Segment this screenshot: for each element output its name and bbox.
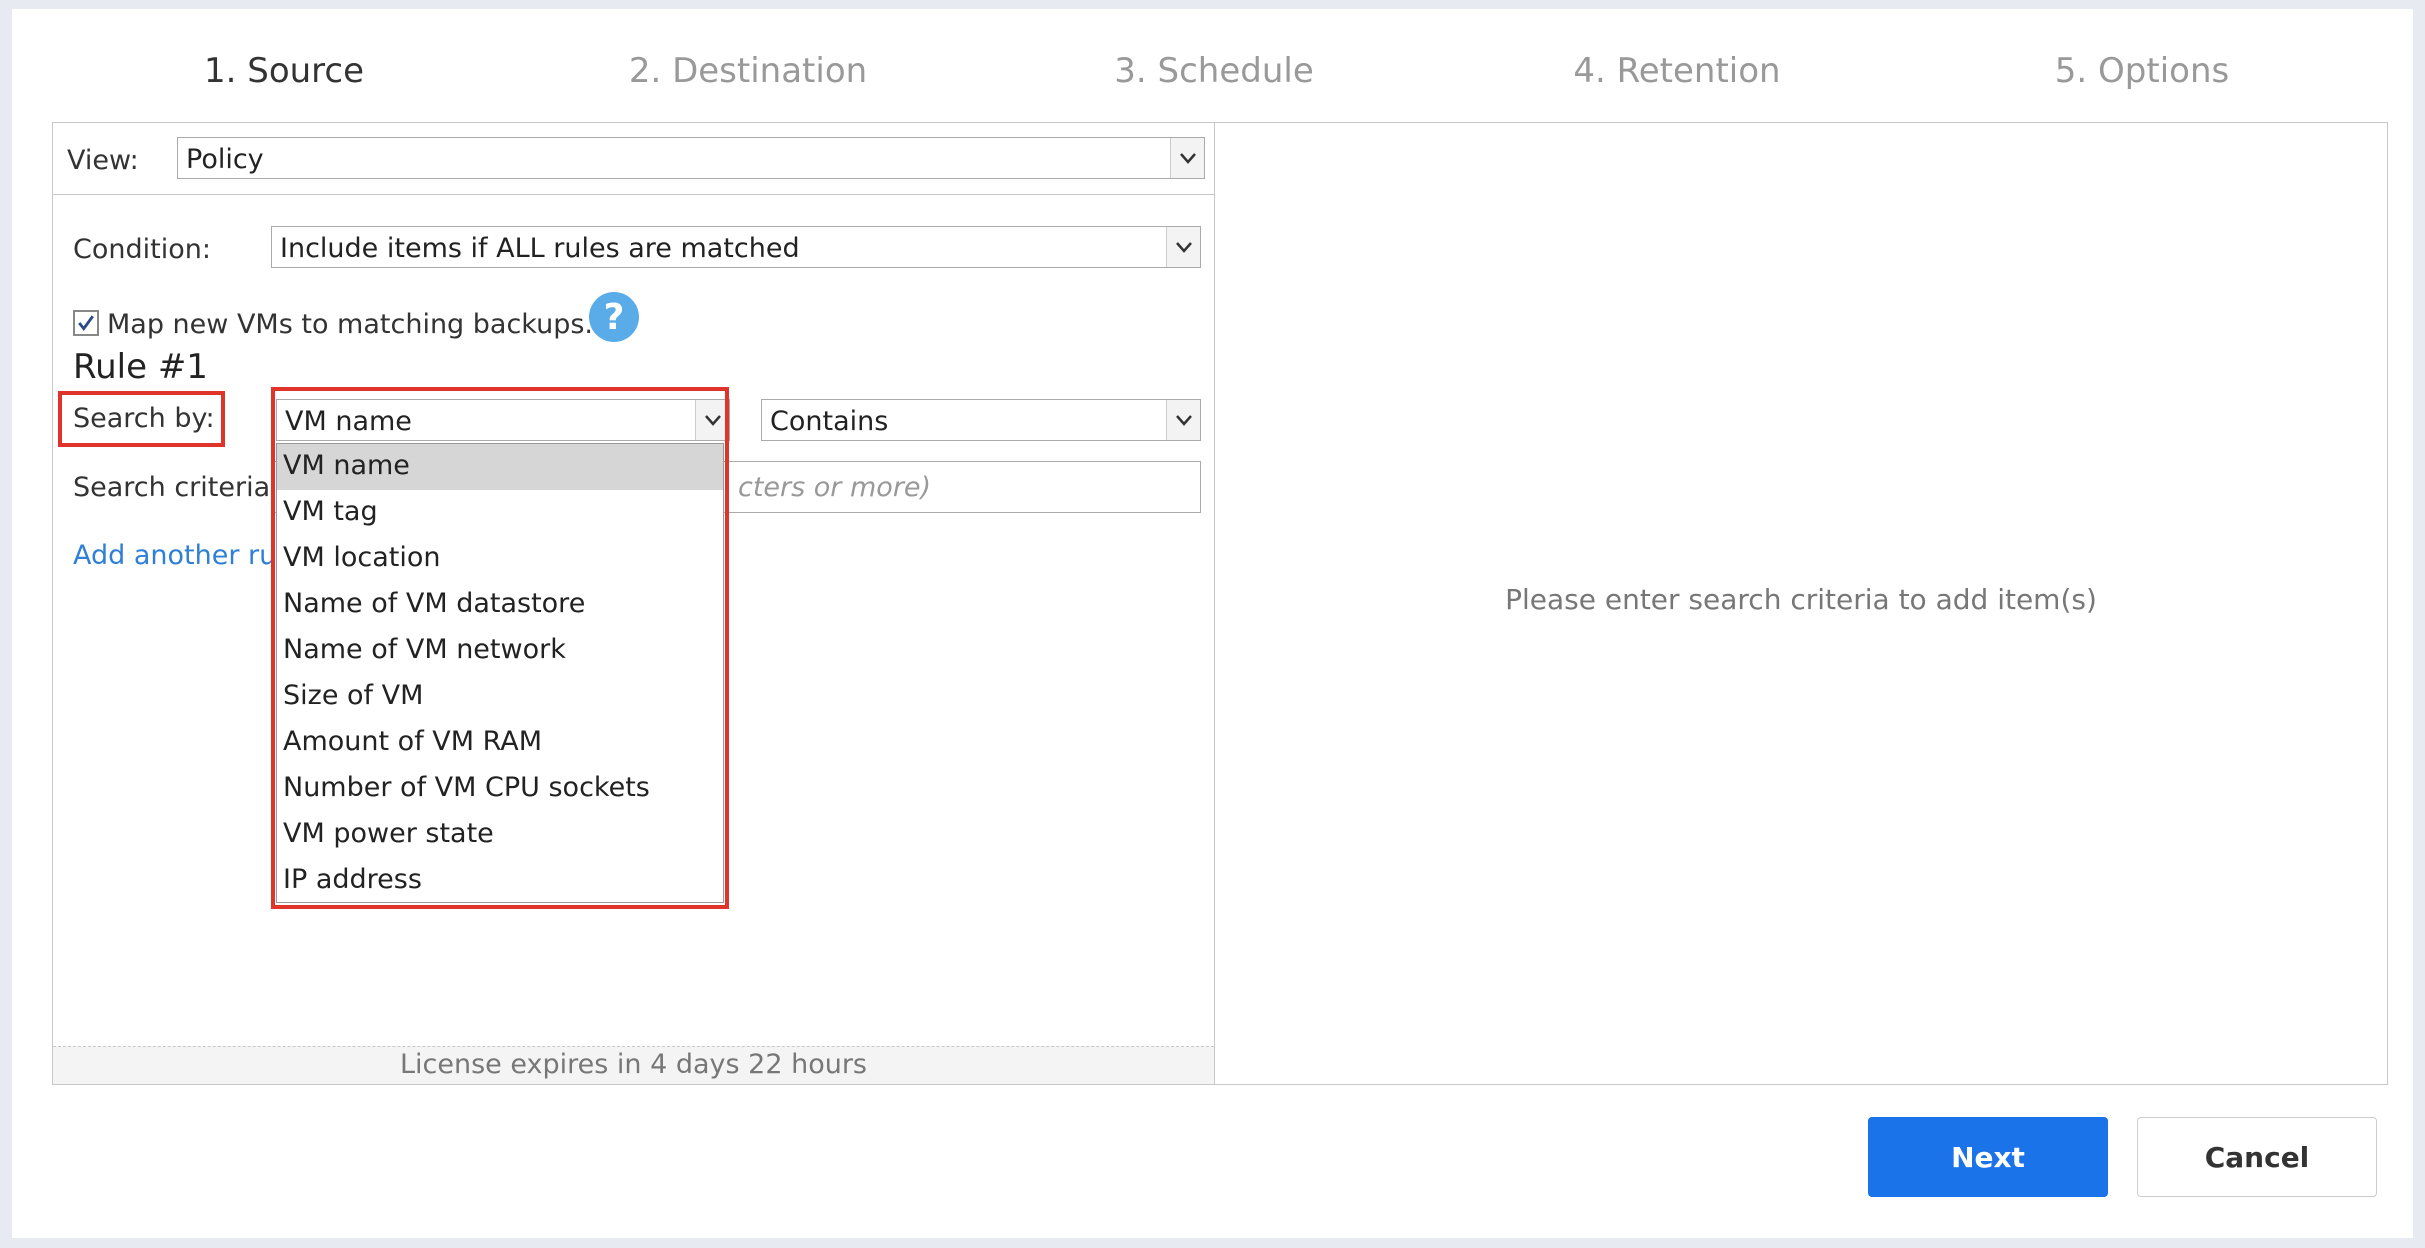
step-destination[interactable]: 2. Destination	[629, 51, 867, 91]
search-by-dropdown-highlight	[271, 387, 729, 909]
condition-select[interactable]: Include items if ALL rules are matched	[271, 226, 1201, 268]
view-label: View:	[67, 145, 139, 176]
map-vms-label: Map new VMs to matching backups.	[107, 309, 594, 340]
map-vms-checkbox[interactable]	[73, 310, 99, 336]
wizard-window: 1. Source 2. Destination 3. Schedule 4. …	[12, 9, 2413, 1238]
chevron-down-icon[interactable]	[1166, 400, 1200, 440]
search-criteria-label: Search criteria:	[73, 472, 280, 503]
operator-select-value: Contains	[770, 406, 889, 437]
empty-message: Please enter search criteria to add item…	[1505, 583, 2097, 616]
step-source[interactable]: 1. Source	[204, 51, 364, 91]
step-options[interactable]: 5. Options	[2055, 51, 2229, 91]
step-schedule[interactable]: 3. Schedule	[1114, 51, 1313, 91]
help-icon[interactable]: ?	[589, 292, 639, 342]
cancel-button[interactable]: Cancel	[2137, 1117, 2377, 1197]
selected-items-panel: Please enter search criteria to add item…	[1215, 123, 2387, 1084]
license-bar: License expires in 4 days 22 hours	[53, 1046, 1214, 1084]
condition-select-value: Include items if ALL rules are matched	[280, 233, 800, 264]
source-panel: View: Policy Condition: Include items if…	[53, 123, 1215, 1084]
content-panels: View: Policy Condition: Include items if…	[52, 122, 2388, 1085]
operator-select[interactable]: Contains	[761, 399, 1201, 441]
rule-title: Rule #1	[73, 347, 208, 387]
next-button[interactable]: Next	[1868, 1117, 2108, 1197]
view-row: View: Policy	[53, 123, 1214, 195]
checkmark-icon	[78, 315, 94, 331]
view-select-value: Policy	[186, 144, 264, 175]
wizard-steps: 1. Source 2. Destination 3. Schedule 4. …	[12, 9, 2413, 129]
step-retention[interactable]: 4. Retention	[1573, 51, 1780, 91]
chevron-down-icon[interactable]	[1166, 227, 1200, 267]
condition-label: Condition:	[73, 234, 211, 265]
search-by-label: Search by:	[73, 403, 215, 434]
chevron-down-icon[interactable]	[1170, 138, 1204, 178]
view-select[interactable]: Policy	[177, 137, 1205, 179]
